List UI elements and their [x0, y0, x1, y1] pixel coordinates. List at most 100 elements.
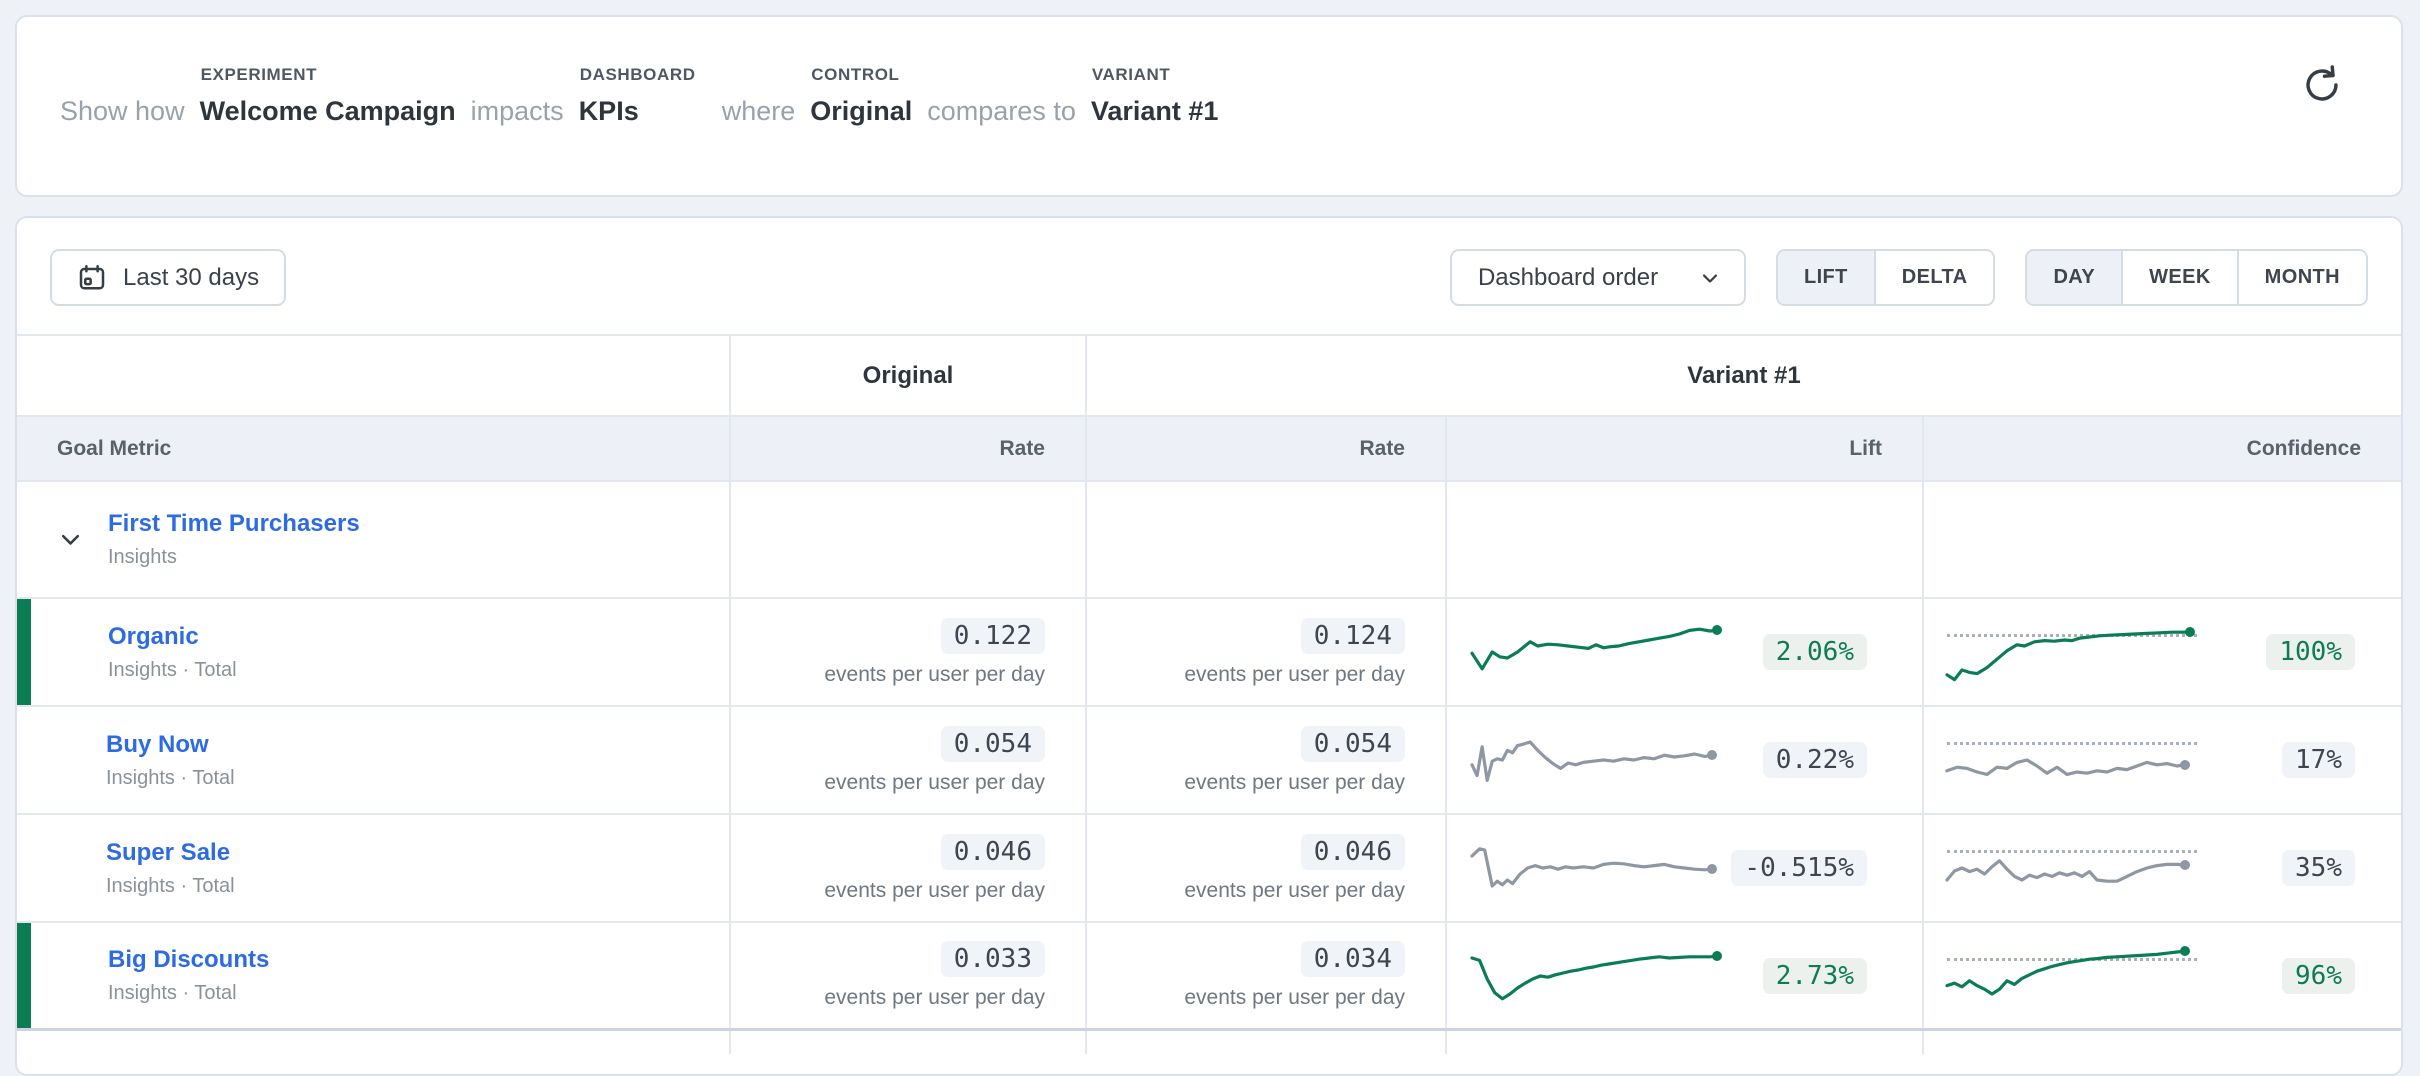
- lift-value: 2.73%: [1763, 958, 1867, 994]
- experiment-report-page: { "colors": { "green": "#0a7d55", "gray"…: [0, 0, 2420, 1050]
- query-builder-card: Show how EXPERIMENT Welcome Campaign imp…: [15, 15, 2403, 197]
- metric-cell: Organic Insights · Total: [17, 599, 729, 705]
- empty-cell: [729, 482, 1085, 597]
- lift-cell: 2.06%: [1445, 599, 1922, 705]
- significance-bar: [17, 599, 31, 705]
- refresh-button[interactable]: [2298, 61, 2346, 109]
- segment-lift[interactable]: LIFT: [1778, 251, 1874, 304]
- confidence-cell: 35%: [1922, 815, 2401, 921]
- sparkline-end-dot: [1712, 951, 1722, 961]
- metric-link[interactable]: Buy Now: [106, 731, 729, 759]
- confidence-cell: 17%: [1922, 707, 2401, 813]
- sparkline-end-dot: [2180, 946, 2190, 956]
- empty-cell: [1445, 1031, 1922, 1054]
- control-picker[interactable]: CONTROL Original: [810, 95, 912, 127]
- lift-delta-toggle: LIFT DELTA: [1776, 249, 1996, 306]
- query-sentence: Show how EXPERIMENT Welcome Campaign imp…: [60, 95, 2281, 127]
- metric-source: Insights · Total: [106, 767, 729, 790]
- report-card: Last 30 days Dashboard order LIFT DELTA …: [15, 216, 2403, 1076]
- date-range-label: Last 30 days: [123, 264, 259, 292]
- lift-sparkline: [1472, 946, 1725, 1006]
- control-value: Original: [810, 96, 912, 126]
- metric-link[interactable]: Organic: [108, 623, 729, 651]
- confidence-value: 35%: [2282, 850, 2355, 886]
- empty-cell: [1085, 1031, 1445, 1054]
- dashboard-order-label: Dashboard order: [1478, 264, 1658, 292]
- dashboard-picker[interactable]: DASHBOARD KPIs: [579, 95, 639, 127]
- dashboard-label: DASHBOARD: [580, 59, 696, 91]
- table-row: Super Sale Insights · Total 0.046 events…: [17, 815, 2401, 923]
- variant-group-header: Variant #1: [1085, 336, 2401, 415]
- empty-cell: [729, 1031, 1085, 1054]
- lift-value: 2.06%: [1763, 634, 1867, 670]
- metric-group-row: First Time Purchasers Insights: [17, 482, 2401, 599]
- chevron-down-icon: [1698, 266, 1722, 290]
- table-row: Big Discounts Insights · Total 0.033 eve…: [17, 923, 2401, 1031]
- experiment-value: Welcome Campaign: [200, 96, 456, 126]
- control-rate-column-header: Rate: [729, 417, 1085, 480]
- segment-week[interactable]: WEEK: [2121, 251, 2237, 304]
- confidence-sparkline: [1947, 730, 2197, 790]
- rate-unit: events per user per day: [1184, 879, 1405, 903]
- variant-picker[interactable]: VARIANT Variant #1: [1091, 95, 1219, 127]
- granularity-toggle: DAY WEEK MONTH: [2025, 249, 2368, 306]
- sentence-word: impacts: [471, 95, 564, 127]
- confidence-column-header: Confidence: [1922, 417, 2401, 480]
- lift-sparkline: [1472, 622, 1725, 682]
- empty-cell: [17, 1031, 729, 1054]
- segment-month[interactable]: MONTH: [2237, 251, 2366, 304]
- lift-cell: -0.515%: [1445, 815, 1922, 921]
- control-group-header: Original: [729, 336, 1085, 415]
- table-row-partial: [17, 1031, 2401, 1054]
- report-toolbar: Last 30 days Dashboard order LIFT DELTA …: [50, 249, 2368, 306]
- segment-day[interactable]: DAY: [2027, 251, 2121, 304]
- confidence-value: 100%: [2266, 634, 2355, 670]
- segment-delta[interactable]: DELTA: [1874, 251, 1994, 304]
- sentence-word: compares to: [927, 95, 1076, 127]
- variant-rate-cell: 0.054 events per user per day: [1085, 707, 1445, 813]
- confidence-sparkline: [1947, 622, 2197, 682]
- column-header-row: Goal Metric Rate Rate Lift Confidence: [17, 417, 2401, 482]
- variant-rate-cell: 0.124 events per user per day: [1085, 599, 1445, 705]
- lift-cell: 0.22%: [1445, 707, 1922, 813]
- metric-link[interactable]: Big Discounts: [108, 946, 729, 974]
- sparkline-end-dot: [1707, 864, 1717, 874]
- metric-cell: Super Sale Insights · Total: [17, 815, 729, 921]
- control-label: CONTROL: [811, 59, 899, 91]
- variant-rate-column-header: Rate: [1085, 417, 1445, 480]
- empty-cell: [1922, 1031, 2401, 1054]
- table-row: Organic Insights · Total 0.122 events pe…: [17, 599, 2401, 707]
- sentence-word: where: [722, 95, 796, 127]
- refresh-icon: [2300, 63, 2344, 107]
- control-rate-value: 0.054: [941, 726, 1045, 762]
- variant-rate-value: 0.054: [1301, 726, 1405, 762]
- date-range-button[interactable]: Last 30 days: [50, 249, 286, 306]
- dashboard-order-dropdown[interactable]: Dashboard order: [1450, 249, 1746, 306]
- sparkline-end-dot: [1712, 625, 1722, 635]
- control-rate-cell: 0.033 events per user per day: [729, 923, 1085, 1028]
- collapse-chevron-icon[interactable]: [57, 526, 84, 553]
- confidence-sparkline: [1947, 946, 2197, 1006]
- control-rate-cell: 0.046 events per user per day: [729, 815, 1085, 921]
- rate-unit: events per user per day: [824, 986, 1045, 1010]
- confidence-cell: 96%: [1922, 923, 2401, 1028]
- experiment-picker[interactable]: EXPERIMENT Welcome Campaign: [200, 95, 456, 127]
- sparkline-end-dot: [2185, 627, 2195, 637]
- sentence-word: Show how: [60, 95, 185, 127]
- control-rate-value: 0.046: [941, 834, 1045, 870]
- metric-cell: Big Discounts Insights · Total: [17, 923, 729, 1028]
- empty-cell: [1085, 482, 1445, 597]
- metric-link[interactable]: Super Sale: [106, 839, 729, 867]
- sparkline-end-dot: [2180, 760, 2190, 770]
- confidence-value: 96%: [2282, 958, 2355, 994]
- variant-rate-value: 0.034: [1301, 941, 1405, 977]
- metric-source: Insights · Total: [108, 982, 729, 1005]
- metric-cell: Buy Now Insights · Total: [17, 707, 729, 813]
- goal-metric-column-header: Goal Metric: [17, 417, 729, 480]
- metric-group-link[interactable]: First Time Purchasers: [108, 510, 360, 538]
- rate-unit: events per user per day: [1184, 771, 1405, 795]
- toolbar-right-group: Dashboard order LIFT DELTA DAY WEEK MONT…: [1450, 249, 2368, 306]
- confidence-value: 17%: [2282, 742, 2355, 778]
- lift-value: 0.22%: [1763, 742, 1867, 778]
- sparkline-end-dot: [1707, 750, 1717, 760]
